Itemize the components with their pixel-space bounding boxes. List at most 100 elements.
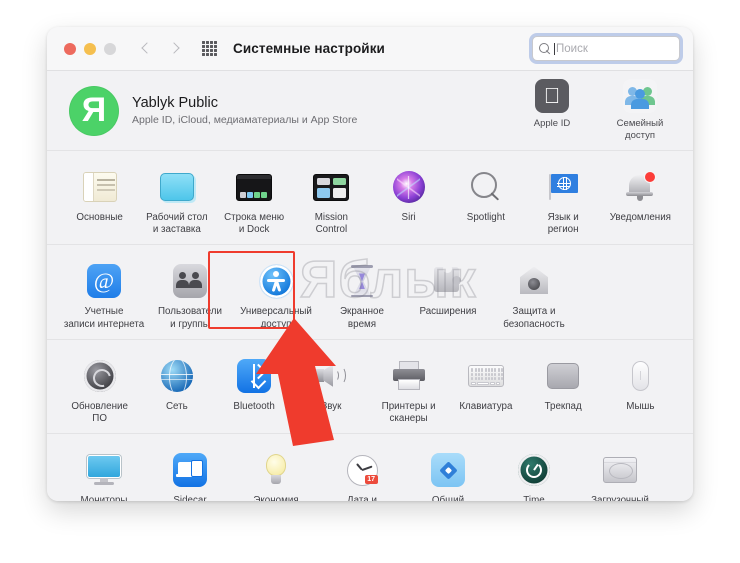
pane-menubar-dock[interactable]: Строка меню и Dock [216, 161, 293, 236]
accessibility-icon [256, 261, 296, 301]
search-field-container[interactable]: Поиск [532, 36, 680, 61]
date-time-icon: 17 [342, 450, 382, 490]
pane-general[interactable]: Основные [61, 161, 138, 224]
search-icon [539, 43, 550, 54]
spotlight-icon [466, 167, 506, 207]
apple-logo-icon:  [535, 79, 569, 113]
section-accounts: @ Учетные записи интернета Пользователи … [47, 245, 693, 340]
pane-label: Основные [76, 212, 123, 223]
screenshot-stage: Системные настройки Поиск Я Yablyk Publi… [0, 0, 740, 563]
pane-language-region[interactable]: Язык и регион [525, 161, 602, 236]
forward-chevron-icon[interactable] [167, 42, 180, 55]
users-groups-icon [170, 261, 210, 301]
window-titlebar: Системные настройки Поиск [47, 27, 693, 71]
pane-label: Siri [401, 212, 416, 223]
show-all-grid-icon[interactable] [202, 41, 217, 56]
pane-startup-disk[interactable]: Загрузочный диск [577, 444, 663, 501]
pane-mission-control[interactable]: Mission Control [293, 161, 370, 236]
section-hardware: Обновление ПО Сеть Bluetooth Звук Принте… [47, 340, 693, 435]
pane-label: Рабочий стол и заставка [146, 212, 208, 236]
siri-icon [389, 167, 429, 207]
pane-row: Обновление ПО Сеть Bluetooth Звук Принте… [61, 350, 679, 425]
sidecar-icon [170, 450, 210, 490]
pane-spotlight[interactable]: Spotlight [447, 161, 524, 224]
pane-sidecar[interactable]: Sidecar [147, 444, 233, 501]
pane-security-privacy[interactable]: Защита и безопасность [491, 255, 577, 330]
software-update-icon [80, 356, 120, 396]
pane-row: @ Учетные записи интернета Пользователи … [61, 255, 679, 330]
pane-label: Трекпад [544, 400, 582, 412]
pane-label: Защита и безопасность [503, 306, 565, 330]
notifications-icon [620, 167, 660, 207]
pane-label: Универсальный доступ [240, 306, 312, 330]
apple-id-account-row[interactable]: Я Yablyk Public Apple ID, iCloud, медиам… [47, 71, 693, 151]
pane-network[interactable]: Сеть [138, 350, 215, 413]
pane-screen-time[interactable]: Экранное время [319, 255, 405, 330]
screen-time-icon [342, 261, 382, 301]
apple-id-tile[interactable]:  Apple ID [519, 79, 585, 141]
pane-trackpad[interactable]: Трекпад [525, 350, 602, 413]
pane-row: Мониторы Sidecar Экономия энергии [61, 444, 679, 501]
navigation-buttons [140, 42, 180, 55]
pane-mouse[interactable]: Мышь [602, 350, 679, 413]
pane-energy-saver[interactable]: Экономия энергии [233, 444, 319, 501]
pane-time-machine[interactable]: Time Machine [491, 444, 577, 501]
pane-label: Sidecar [173, 495, 207, 501]
energy-saver-icon [256, 450, 296, 490]
pane-sound[interactable]: Звук [293, 350, 370, 413]
window-title: Системные настройки [233, 41, 385, 56]
language-region-icon [543, 167, 583, 207]
minimize-button[interactable] [84, 42, 96, 55]
startup-disk-icon [600, 450, 640, 490]
desktop-screensaver-icon [157, 167, 197, 207]
pane-notifications[interactable]: Уведомления [602, 161, 679, 224]
pane-internet-accounts[interactable]: @ Учетные записи интернета [61, 255, 147, 330]
mission-control-icon [311, 167, 351, 207]
system-preferences-window: Системные настройки Поиск Я Yablyk Publi… [47, 27, 693, 501]
zoom-button-disabled [104, 42, 116, 55]
general-icon [80, 167, 120, 207]
pane-desktop-screensaver[interactable]: Рабочий стол и заставка [138, 161, 215, 236]
pane-accessibility[interactable]: Универсальный доступ [233, 255, 319, 330]
pane-row: Основные Рабочий стол и заставка Строка … [61, 161, 679, 236]
search-input[interactable]: Поиск [532, 36, 680, 61]
avatar: Я [69, 85, 119, 136]
sharing-icon [428, 450, 468, 490]
pane-bluetooth[interactable]: Bluetooth [216, 350, 293, 413]
search-placeholder: Поиск [556, 42, 588, 55]
internet-accounts-icon: @ [84, 261, 124, 301]
close-button[interactable] [64, 42, 76, 55]
extensions-icon [428, 261, 468, 301]
pane-software-update[interactable]: Обновление ПО [61, 350, 138, 425]
pane-label: Мониторы [80, 495, 128, 501]
pane-label: Звук [321, 400, 342, 412]
pane-label: Строка меню и Dock [224, 212, 285, 236]
account-name: Yablyk Public [132, 95, 218, 111]
back-chevron-icon[interactable] [140, 42, 153, 55]
pane-label: Bluetooth [233, 400, 275, 412]
trackpad-icon [543, 356, 583, 396]
traffic-lights [64, 42, 116, 55]
pane-label: Mission Control [314, 212, 348, 236]
pane-label: Загрузочный диск [591, 495, 649, 501]
apple-id-label: Apple ID [533, 118, 571, 129]
pane-displays[interactable]: Мониторы [61, 444, 147, 501]
pane-extensions[interactable]: Расширения [405, 255, 491, 318]
pane-users-groups[interactable]: Пользователи и группы [147, 255, 233, 330]
pane-label: Time Machine [523, 495, 545, 501]
section-system: Мониторы Sidecar Экономия энергии [47, 434, 693, 501]
family-sharing-tile[interactable]: Семейный доступ [607, 79, 673, 141]
pane-date-time[interactable]: 17 Дата и время [319, 444, 405, 501]
pane-label: Уведомления [609, 212, 671, 223]
pane-sharing[interactable]: Общий доступ [405, 444, 491, 501]
pane-printers-scanners[interactable]: Принтеры и сканеры [370, 350, 447, 425]
pane-keyboard[interactable]: Клавиатура [447, 350, 524, 413]
pane-label: Экранное время [340, 306, 384, 330]
account-subtitle: Apple ID, iCloud, медиаматериалы и App S… [132, 114, 358, 126]
sound-icon [311, 356, 351, 396]
pane-label: Spotlight [466, 212, 505, 223]
pane-label: Обновление ПО [71, 400, 128, 425]
menubar-dock-icon [234, 167, 274, 207]
pane-siri[interactable]: Siri [370, 161, 447, 224]
mouse-icon [620, 356, 660, 396]
